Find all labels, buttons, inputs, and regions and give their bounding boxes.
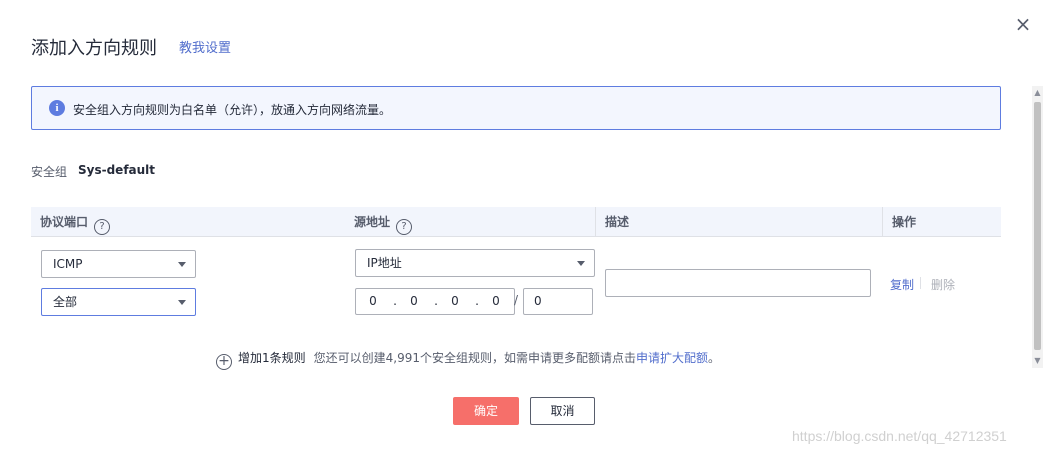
rules-table-header: 协议端口? 源地址? 描述 操作 (31, 207, 1001, 237)
scroll-thumb[interactable] (1034, 102, 1041, 350)
port-select-value: 全部 (53, 295, 78, 309)
info-banner: i 安全组入方向规则为白名单（允许），放通入方向网络流量。 (31, 86, 1001, 130)
protocol-select-value: ICMP (53, 257, 83, 271)
action-divider (920, 277, 921, 289)
dialog-title: 添加入方向规则 (31, 38, 157, 59)
quota-suffix: 。 (708, 351, 721, 365)
ip-octet-2[interactable]: 0 (404, 289, 424, 314)
copy-link[interactable]: 复制 (890, 276, 914, 293)
ok-button[interactable]: 确定 (453, 397, 519, 425)
ip-dot-separator: . (434, 294, 438, 308)
watermark: https://blog.csdn.net/qq_42712351 (792, 428, 1007, 444)
mask-separator: / (514, 293, 519, 307)
add-circle-icon[interactable]: + (216, 354, 232, 370)
add-rule-row: + 增加1条规则 您还可以创建4,991个安全组规则，如需申请更多配额请点击申请扩大… (216, 349, 720, 370)
add-rule-button[interactable]: 增加1条规则 (238, 351, 306, 365)
security-group-label: 安全组 (31, 165, 68, 179)
info-icon: i (49, 100, 65, 116)
ip-octet-3[interactable]: 0 (445, 289, 465, 314)
header-source: 源地址? (345, 207, 595, 237)
protocol-select[interactable]: ICMP (41, 250, 196, 278)
source-type-select[interactable]: IP地址 (355, 249, 595, 277)
scroll-down-arrow-icon[interactable]: ▼ (1032, 354, 1043, 368)
port-select[interactable]: 全部 (41, 288, 196, 316)
chevron-down-icon (178, 300, 186, 305)
ip-octet-1[interactable]: 0 (363, 289, 383, 314)
header-protocol-port: 协议端口? (31, 207, 345, 237)
help-icon[interactable]: ? (94, 219, 111, 235)
help-link[interactable]: 教我设置 (179, 37, 231, 56)
header-source-label: 源地址 (354, 215, 391, 229)
close-icon[interactable]: × (1014, 14, 1032, 34)
ip-octet-4[interactable]: 0 (486, 289, 506, 314)
increase-quota-link[interactable]: 申请扩大配额 (636, 351, 708, 365)
chevron-down-icon (178, 262, 186, 267)
security-group-value: Sys-default (78, 163, 156, 177)
description-input[interactable] (605, 269, 871, 297)
ip-address-input[interactable]: 0 . 0 . 0 . 0 (355, 288, 515, 315)
vertical-scrollbar[interactable]: ▲ ▼ (1032, 86, 1043, 368)
scroll-up-arrow-icon[interactable]: ▲ (1032, 86, 1043, 100)
header-protocol-port-label: 协议端口 (40, 215, 89, 229)
header-actions: 操作 (882, 207, 1001, 237)
cancel-button[interactable]: 取消 (530, 397, 595, 425)
ip-dot-separator: . (475, 294, 479, 308)
quota-text: 您还可以创建4,991个安全组规则，如需申请更多配额请点击 (313, 351, 636, 365)
header-description: 描述 (595, 207, 882, 237)
source-type-value: IP地址 (367, 256, 402, 270)
delete-link[interactable]: 删除 (931, 276, 955, 293)
chevron-down-icon (577, 261, 585, 266)
mask-input[interactable]: 0 (523, 288, 593, 315)
help-icon[interactable]: ? (396, 219, 413, 235)
info-text: 安全组入方向规则为白名单（允许），放通入方向网络流量。 (73, 103, 392, 117)
ip-dot-separator: . (393, 294, 397, 308)
